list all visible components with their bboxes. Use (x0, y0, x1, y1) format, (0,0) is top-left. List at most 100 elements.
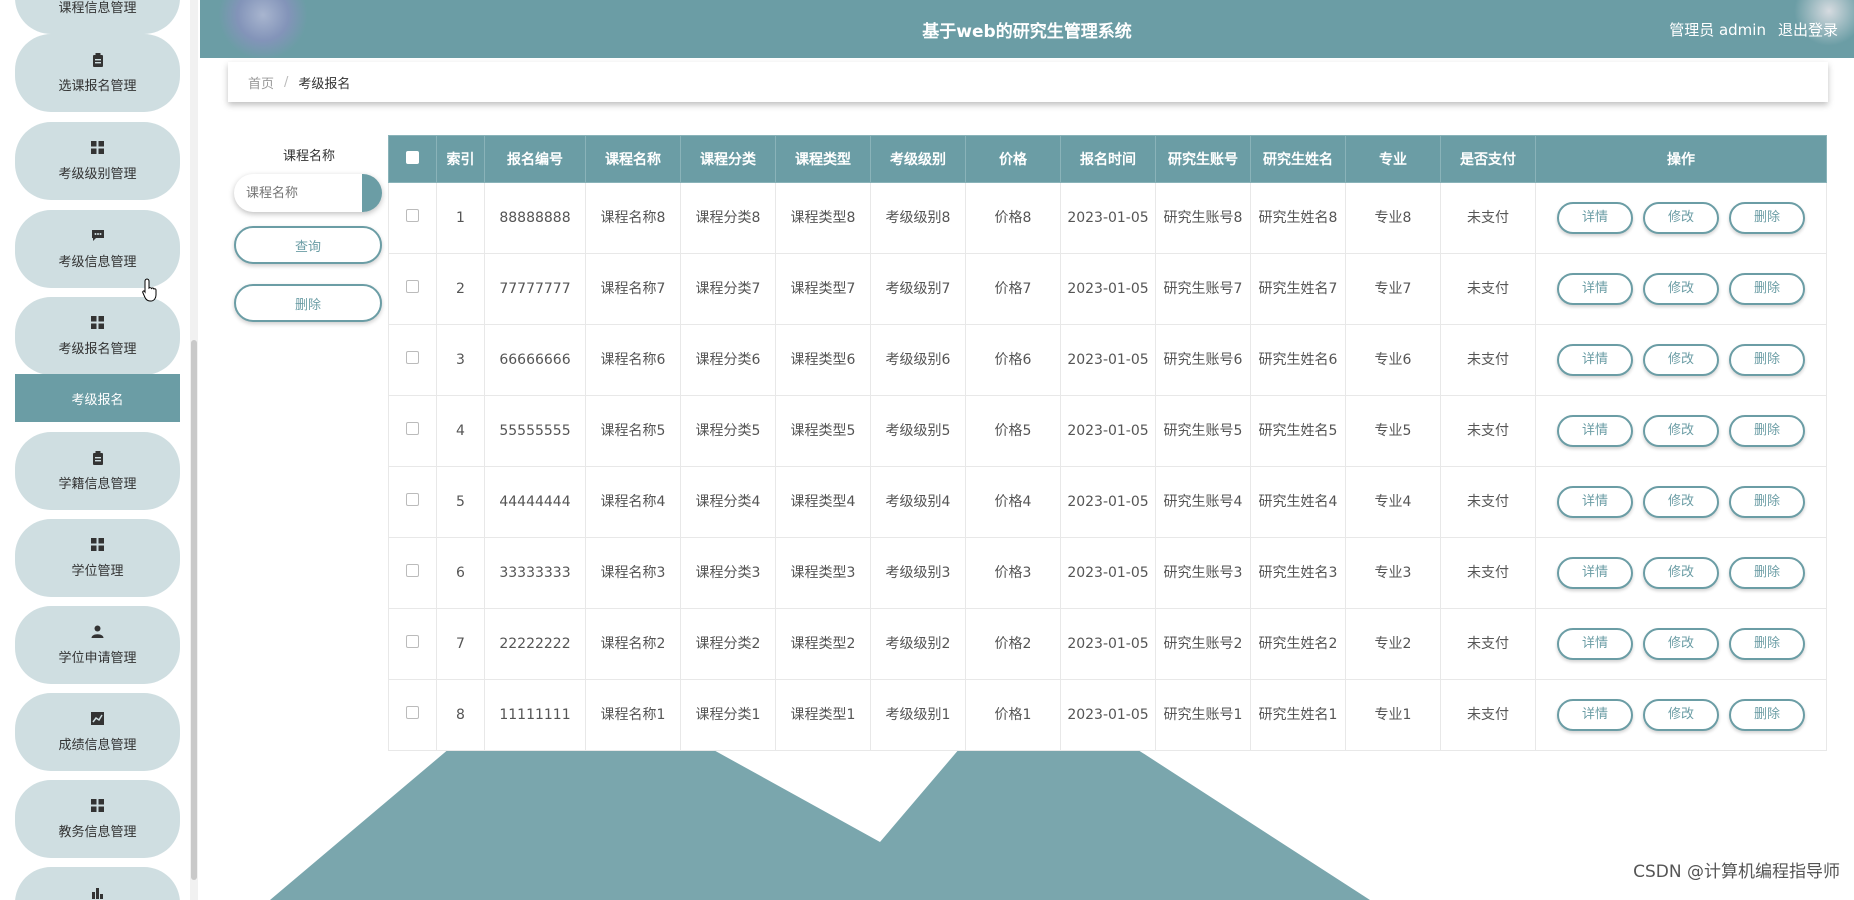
sidebar-item-student-status[interactable]: 学籍信息管理 (15, 432, 180, 510)
cell-category: 课程分类2 (680, 608, 776, 680)
edit-button[interactable]: 修改 (1643, 344, 1719, 376)
cell-type: 课程类型1 (775, 679, 871, 751)
edit-button[interactable]: 修改 (1643, 415, 1719, 447)
row-checkbox[interactable] (406, 422, 419, 435)
row-checkbox[interactable] (406, 209, 419, 222)
cell-account: 研究生账号7 (1155, 253, 1251, 325)
cell-account: 研究生账号6 (1155, 324, 1251, 396)
table-header-row: 索引 报名编号 课程名称 课程分类 课程类型 考级级别 价格 报名时间 研究生账… (388, 135, 1827, 183)
cell-type: 课程类型8 (775, 182, 871, 254)
sidebar-item-degree[interactable]: 学位管理 (15, 519, 180, 597)
sidebar-item-course-info[interactable]: 课程信息管理 (15, 0, 180, 34)
cell-price: 价格7 (965, 253, 1061, 325)
table-row: 7 22222222 课程名称2 课程分类2 课程类型2 考级级别2 价格2 2023-01-… (388, 608, 1827, 680)
sidebar-item-label: 教务信息管理 (58, 824, 137, 840)
row-select-cell (388, 466, 437, 538)
cell-type: 课程类型6 (775, 324, 871, 396)
edit-button[interactable]: 修改 (1643, 699, 1719, 731)
sidebar-subitem-level-enroll[interactable]: 考级报名 (15, 374, 180, 422)
cell-index: 3 (436, 324, 485, 396)
row-checkbox[interactable] (406, 635, 419, 648)
sidebar-item-academic-affairs[interactable]: 教务信息管理 (15, 780, 180, 858)
edit-button[interactable]: 修改 (1643, 486, 1719, 518)
user-label: 管理员 admin (1669, 21, 1766, 39)
cell-major: 专业3 (1345, 537, 1441, 609)
detail-button[interactable]: 详情 (1557, 202, 1633, 234)
cell-time: 2023-01-05 (1060, 395, 1156, 467)
table-row: 8 11111111 课程名称1 课程分类1 课程类型1 考级级别1 价格1 2023-01-… (388, 679, 1827, 751)
row-checkbox[interactable] (406, 351, 419, 364)
sidebar-scroll-thumb[interactable] (191, 340, 197, 880)
delete-button[interactable]: 删除 (1729, 273, 1805, 305)
sidebar-item-label: 考级级别管理 (58, 166, 137, 182)
delete-button[interactable]: 删除 (1729, 557, 1805, 589)
breadcrumb-separator: / (284, 74, 289, 90)
cell-number: 44444444 (484, 466, 586, 538)
edit-button[interactable]: 修改 (1643, 202, 1719, 234)
detail-button[interactable]: 详情 (1557, 273, 1633, 305)
sidebar-item-level-enroll[interactable]: 考级报名管理 (15, 297, 180, 375)
cell-time: 2023-01-05 (1060, 466, 1156, 538)
breadcrumb-home[interactable]: 首页 (248, 73, 274, 92)
detail-button[interactable]: 详情 (1557, 699, 1633, 731)
detail-button[interactable]: 详情 (1557, 628, 1633, 660)
edit-button[interactable]: 修改 (1643, 628, 1719, 660)
delete-button[interactable]: 删除 (1729, 628, 1805, 660)
cell-level: 考级级别8 (870, 182, 966, 254)
column-header: 研究生姓名 (1250, 135, 1346, 183)
column-header: 报名编号 (484, 135, 586, 183)
cell-level: 考级级别6 (870, 324, 966, 396)
course-name-search-input[interactable] (234, 174, 382, 212)
cell-course: 课程名称2 (585, 608, 681, 680)
detail-button[interactable]: 详情 (1557, 344, 1633, 376)
chart-icon (91, 712, 105, 726)
cell-time: 2023-01-05 (1060, 537, 1156, 609)
cell-course: 课程名称5 (585, 395, 681, 467)
cell-name: 研究生姓名1 (1250, 679, 1346, 751)
edit-button[interactable]: 修改 (1643, 557, 1719, 589)
sidebar-item-degree-apply[interactable]: 学位申请管理 (15, 606, 180, 684)
logout-link[interactable]: 退出登录 (1778, 19, 1838, 40)
batch-delete-button[interactable]: 删除 (234, 284, 382, 322)
delete-button[interactable]: 删除 (1729, 415, 1805, 447)
user-area: 管理员 admin 退出登录 (1669, 19, 1838, 40)
cell-course: 课程名称6 (585, 324, 681, 396)
delete-button[interactable]: 删除 (1729, 699, 1805, 731)
breadcrumb: 首页 / 考级报名 (228, 62, 1828, 102)
detail-button[interactable]: 详情 (1557, 486, 1633, 518)
row-checkbox[interactable] (406, 493, 419, 506)
row-checkbox[interactable] (406, 706, 419, 719)
watermark: CSDN @计算机编程指导师 (1633, 862, 1840, 882)
table-row: 3 66666666 课程名称6 课程分类6 课程类型6 考级级别6 价格6 2023-01-… (388, 324, 1827, 396)
row-checkbox[interactable] (406, 564, 419, 577)
sidebar-item-grades[interactable]: 成绩信息管理 (15, 693, 180, 771)
query-button[interactable]: 查询 (234, 226, 382, 264)
top-header: 基于web的研究生管理系统 管理员 admin 退出登录 (200, 0, 1854, 58)
cell-paid: 未支付 (1440, 253, 1536, 325)
table-row: 6 33333333 课程名称3 课程分类3 课程类型3 考级级别3 价格3 2023-01-… (388, 537, 1827, 609)
cell-type: 课程类型3 (775, 537, 871, 609)
sidebar-item-course-enroll[interactable]: 选课报名管理 (15, 34, 180, 112)
column-header: 报名时间 (1060, 135, 1156, 183)
detail-button[interactable]: 详情 (1557, 557, 1633, 589)
cell-category: 课程分类4 (680, 466, 776, 538)
delete-button[interactable]: 删除 (1729, 202, 1805, 234)
cell-account: 研究生账号8 (1155, 182, 1251, 254)
sidebar-item-level-info[interactable]: 考级信息管理 (15, 210, 180, 288)
delete-button[interactable]: 删除 (1729, 344, 1805, 376)
sidebar-item-more[interactable] (15, 867, 180, 900)
edit-button[interactable]: 修改 (1643, 273, 1719, 305)
delete-button[interactable]: 删除 (1729, 486, 1805, 518)
row-select-cell (388, 679, 437, 751)
cell-course: 课程名称7 (585, 253, 681, 325)
person-icon (91, 625, 105, 639)
select-all-checkbox[interactable] (406, 150, 419, 164)
grid-icon (91, 141, 105, 155)
sidebar-item-level-manage[interactable]: 考级级别管理 (15, 122, 180, 200)
sidebar-item-label: 学籍信息管理 (58, 476, 137, 492)
column-header: 索引 (436, 135, 485, 183)
detail-button[interactable]: 详情 (1557, 415, 1633, 447)
sidebar-item-label: 选课报名管理 (58, 78, 137, 94)
breadcrumb-current: 考级报名 (298, 76, 351, 92)
row-checkbox[interactable] (406, 280, 419, 293)
